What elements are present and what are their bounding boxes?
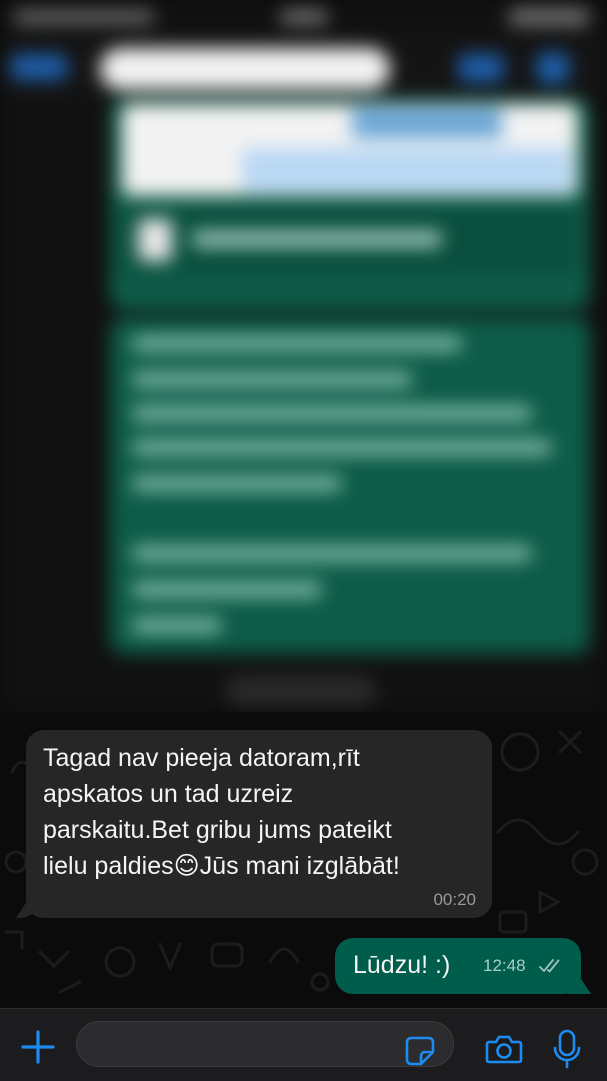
double-check-icon (539, 959, 560, 973)
blurred-text-line (132, 476, 342, 491)
voice-call-button[interactable] (536, 52, 570, 84)
status-bar (0, 0, 607, 36)
carrier-indicator (14, 10, 154, 24)
blurred-text-line (132, 406, 532, 421)
blurred-document-row (122, 205, 578, 275)
blurred-text-line (132, 440, 552, 455)
blurred-text-line (132, 546, 532, 561)
incoming-message-time: 00:20 (433, 890, 476, 909)
status-time (280, 10, 328, 24)
chat-area[interactable]: Tagad nav pieeja datoram,rīt apskatos un… (0, 712, 607, 1008)
battery-indicator (509, 8, 589, 26)
plus-icon[interactable] (18, 1027, 58, 1067)
blurred-text-line (132, 582, 322, 597)
blurred-conversation-history (0, 0, 607, 712)
blurred-date-pill (226, 676, 376, 706)
blurred-preview-image (242, 148, 572, 192)
incoming-message-bubble[interactable]: Tagad nav pieeja datoram,rīt apskatos un… (16, 730, 492, 918)
outgoing-message-time: 12:48 (483, 956, 526, 975)
message-input[interactable] (76, 1021, 454, 1067)
camera-icon[interactable] (485, 1033, 523, 1065)
outgoing-message-text: Lūdzu! :) (353, 951, 451, 979)
outgoing-message-bubble[interactable]: Lūdzu! :) 12:48 (335, 938, 591, 994)
document-icon (138, 219, 172, 261)
microphone-icon[interactable] (552, 1029, 582, 1071)
sticker-icon[interactable] (404, 1035, 436, 1067)
back-button[interactable] (10, 54, 68, 80)
chat-header (0, 36, 607, 98)
blurred-text-line (132, 336, 462, 351)
incoming-message-text: Tagad nav pieeja datoram,rīt apskatos un… (43, 744, 400, 880)
blurred-text-line (132, 618, 222, 633)
blurred-logo (352, 108, 502, 138)
video-call-button[interactable] (458, 54, 504, 82)
contact-name[interactable] (100, 48, 390, 90)
blurred-link-preview (122, 104, 578, 196)
blurred-text-line (132, 372, 412, 387)
message-input-bar (0, 1008, 607, 1081)
blurred-document-name (192, 231, 442, 247)
